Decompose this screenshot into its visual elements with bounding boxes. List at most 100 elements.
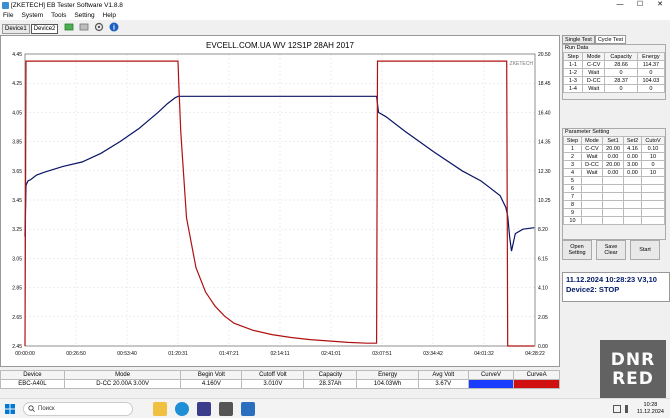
parameter-row[interactable]: 2 Wait 0.00 0.00 10 bbox=[563, 152, 665, 161]
parameter-cell: 0.00 bbox=[601, 152, 625, 161]
run-data-row[interactable]: 1-3 D-CC 28.37 104.03 bbox=[562, 76, 666, 85]
window-title: [ZKETECH] EB Tester Software V1.8.8 bbox=[11, 1, 123, 9]
y-left-tick-label: 4.25 bbox=[12, 81, 22, 87]
parameter-cell bbox=[623, 216, 642, 225]
parameter-row[interactable]: 5 bbox=[563, 176, 665, 185]
run-data-row[interactable]: 1-1 C-CV 28.66 114.37 bbox=[562, 60, 666, 69]
parameter-cell bbox=[580, 216, 604, 225]
parameter-row[interactable]: 10 bbox=[563, 216, 665, 225]
parameter-row[interactable]: 6 bbox=[563, 184, 665, 193]
parameter-cell: 7 bbox=[563, 192, 582, 201]
close-button[interactable]: ✕ bbox=[650, 0, 670, 10]
disconnect-icon[interactable] bbox=[78, 21, 90, 33]
tab-single-test[interactable]: Single Test bbox=[562, 35, 595, 44]
y-right-tick-label: 4.10 bbox=[538, 286, 548, 292]
parameter-row[interactable]: 9 bbox=[563, 208, 665, 217]
parameter-header: Set1 bbox=[601, 136, 625, 145]
parameter-row[interactable]: 3 D-CC 20.00 3.00 0 bbox=[563, 160, 665, 169]
tab-cycle-test[interactable]: Cycle Test bbox=[594, 35, 627, 44]
summary-cell: 3.010V bbox=[241, 379, 305, 389]
app-icon bbox=[2, 1, 9, 9]
parameter-cell bbox=[623, 184, 642, 193]
summary-cell: EBC-A40L bbox=[0, 379, 65, 389]
parameter-cell: 0.00 bbox=[623, 152, 642, 161]
parameter-cell: Wait bbox=[580, 152, 604, 161]
app2-icon[interactable] bbox=[241, 401, 255, 416]
status-datetime: 11.12.2024 10:28:23 V3,10 bbox=[566, 275, 657, 284]
run-data-header: Energy bbox=[636, 52, 666, 61]
parameter-cell: 6 bbox=[563, 184, 582, 193]
y-left-tick-label: 3.85 bbox=[12, 140, 22, 146]
parameter-cell bbox=[601, 216, 625, 225]
network-icon[interactable] bbox=[612, 405, 621, 413]
taskbar-apps bbox=[153, 401, 263, 416]
windows-start-icon[interactable] bbox=[0, 399, 20, 418]
tab-device1[interactable]: Device1 bbox=[2, 24, 30, 34]
voltage-current-chart: 2.45 0.00 2.65 2.05 2.85 4.10 3.05 6.15 3.25 8.20… bbox=[12, 41, 551, 357]
parameter-cell: 4 bbox=[563, 168, 582, 177]
open-setting-button[interactable]: Open Setting bbox=[562, 240, 592, 260]
summary-table: Device Mode Begin Volt Cutoff Volt Capacity E… bbox=[0, 370, 560, 390]
info-icon[interactable]: i bbox=[108, 21, 120, 33]
parameter-cell bbox=[641, 176, 665, 185]
summary-cell: D-CC 20.00A 3.00V bbox=[63, 379, 182, 389]
parameter-cell bbox=[641, 192, 665, 201]
parameter-row[interactable]: 4 Wait 0.00 0.00 10 bbox=[563, 168, 665, 177]
curve-v-swatch[interactable] bbox=[467, 379, 515, 389]
summary-cell: 3.67V bbox=[417, 379, 469, 389]
parameter-row[interactable]: 1 C-CV 20.00 4.16 0.10 bbox=[563, 144, 665, 153]
parameter-cell bbox=[623, 208, 642, 217]
run-data-cell: 1-1 bbox=[562, 60, 584, 69]
menu-system[interactable]: System bbox=[21, 12, 43, 19]
y-right-tick-label: 8.20 bbox=[538, 227, 548, 233]
taskbar-search[interactable]: Поиск bbox=[23, 401, 133, 416]
parameter-cell bbox=[623, 192, 642, 201]
y-left-tick-label: 3.05 bbox=[12, 256, 22, 262]
summary-header: Energy bbox=[356, 370, 419, 380]
run-data-row[interactable]: 1-2 Wait 0 0 bbox=[562, 68, 666, 77]
parameter-row[interactable]: 8 bbox=[563, 200, 665, 209]
save-clear-button[interactable]: Save Clear bbox=[596, 240, 626, 260]
run-data-cell: 104.03 bbox=[636, 76, 666, 85]
file-explorer-icon[interactable] bbox=[153, 401, 167, 416]
x-tick-label: 00:26:50 bbox=[66, 351, 86, 357]
run-data-cell: 28.37 bbox=[604, 76, 638, 85]
summary-cell: 104.03Wh bbox=[356, 379, 419, 389]
parameter-cell bbox=[580, 184, 604, 193]
menu-help[interactable]: Help bbox=[103, 12, 116, 19]
parameter-cell bbox=[580, 208, 604, 217]
maximize-button[interactable]: ☐ bbox=[630, 0, 650, 10]
parameter-cell bbox=[601, 200, 625, 209]
summary-header: Device bbox=[0, 370, 65, 380]
menu-setting[interactable]: Setting bbox=[74, 12, 94, 19]
settings-icon[interactable] bbox=[93, 21, 105, 33]
menu-tools[interactable]: Tools bbox=[51, 12, 66, 19]
run-data-header: Mode bbox=[582, 52, 606, 61]
minimize-button[interactable]: — bbox=[610, 0, 630, 10]
parameter-cell: 10 bbox=[641, 168, 665, 177]
parameter-cell bbox=[623, 176, 642, 185]
connect-icon[interactable] bbox=[63, 21, 75, 33]
parameter-cell bbox=[641, 208, 665, 217]
start-button[interactable]: Start bbox=[630, 240, 660, 260]
taskbar-clock[interactable]: 10:28 11.12.2024 bbox=[637, 402, 664, 416]
search-icon bbox=[28, 405, 35, 412]
store-icon[interactable] bbox=[197, 401, 211, 416]
parameter-header: Set2 bbox=[623, 136, 642, 145]
parameter-row[interactable]: 7 bbox=[563, 192, 665, 201]
title-bar: [ZKETECH] EB Tester Software V1.8.8 — ☐ … bbox=[0, 0, 670, 10]
y-right-tick-label: 20.50 bbox=[538, 52, 551, 58]
summary-header: Avg Volt bbox=[417, 370, 469, 380]
edge-icon[interactable] bbox=[175, 401, 189, 416]
device-status: 11.12.2024 10:28:23 V3,10 Device2: STOP bbox=[562, 272, 670, 302]
summary-cell: 28.37Ah bbox=[303, 379, 358, 389]
summary-header: Capacity bbox=[303, 370, 358, 380]
curve-a-swatch[interactable] bbox=[513, 379, 560, 389]
volume-icon[interactable] bbox=[624, 405, 633, 413]
app-icon[interactable] bbox=[219, 401, 233, 416]
menu-file[interactable]: File bbox=[3, 12, 13, 19]
parameter-cell bbox=[601, 208, 625, 217]
run-data-row[interactable]: 1-4 Wait 0 0 bbox=[562, 84, 666, 93]
tab-device2[interactable]: Device2 bbox=[30, 24, 59, 34]
parameter-cell bbox=[641, 200, 665, 209]
